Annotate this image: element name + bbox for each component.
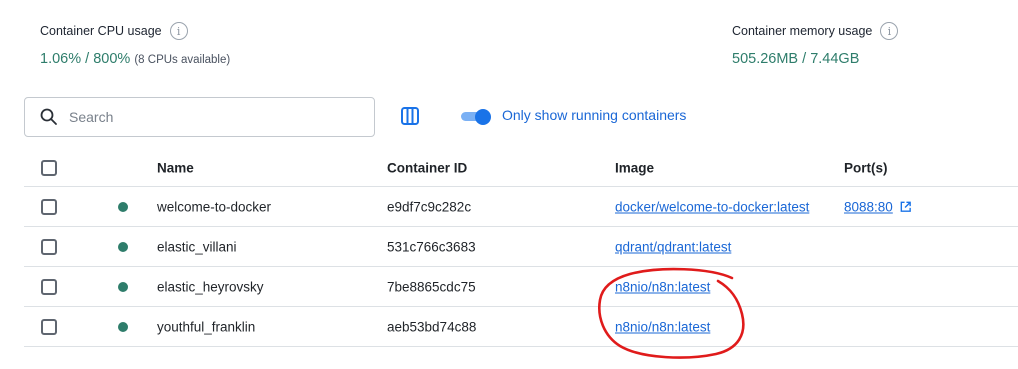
cpu-count-note: (8 CPUs available) (134, 54, 231, 66)
memory-usage-value: 505.26MB / 7.44GB (732, 51, 898, 67)
select-all-checkbox[interactable] (41, 160, 57, 176)
row-checkbox[interactable] (41, 278, 57, 295)
container-id: e9df7c9c282c (387, 199, 472, 214)
running-status-dot (118, 201, 128, 212)
image-link[interactable]: n8nio/n8n:latest (615, 319, 710, 334)
row-checkbox[interactable] (41, 238, 57, 255)
cpu-usage-stat: Container CPU usage i 1.06% / 800% (8 CP… (40, 22, 230, 67)
image-link[interactable]: n8nio/n8n:latest (615, 279, 710, 294)
table-row[interactable]: elastic_villani 531c766c3683 qdrant/qdra… (24, 227, 1018, 267)
header-image[interactable]: Image (615, 161, 654, 176)
cpu-usage-value: 1.06% / 800% (8 CPUs available) (40, 51, 230, 67)
header-ports[interactable]: Port(s) (844, 161, 888, 176)
table-row[interactable]: welcome-to-docker e9df7c9c282c docker/we… (24, 187, 1018, 227)
running-status-dot (118, 241, 128, 252)
header-name[interactable]: Name (157, 161, 194, 176)
memory-usage-label: Container memory usage (732, 24, 873, 38)
memory-usage-current: 505.26MB (732, 51, 799, 67)
port-link-text[interactable]: 8088:80 (844, 199, 893, 214)
external-link-icon[interactable] (899, 200, 912, 213)
search-input[interactable] (69, 109, 339, 125)
container-id: 531c766c3683 (387, 239, 476, 254)
memory-separator: / (798, 51, 811, 67)
container-name[interactable]: elastic_villani (157, 239, 237, 254)
containers-table: Name Container ID Image Port(s) welcome-… (24, 150, 1018, 347)
row-checkbox[interactable] (41, 198, 57, 215)
cpu-separator: / (81, 51, 94, 67)
table-row[interactable]: elastic_heyrovsky 7be8865cdc75 n8nio/n8n… (24, 267, 1018, 307)
container-name[interactable]: youthful_franklin (157, 319, 255, 334)
running-status-dot (118, 281, 128, 292)
info-icon[interactable]: i (880, 22, 899, 40)
container-id: 7be8865cdc75 (387, 279, 476, 294)
search-icon (40, 108, 57, 125)
search-box[interactable] (24, 97, 375, 137)
port-link[interactable]: 8088:80 (844, 199, 912, 214)
image-link[interactable]: docker/welcome-to-docker:latest (615, 199, 809, 214)
cpu-usage-max: 800% (93, 51, 131, 67)
info-icon[interactable]: i (169, 22, 188, 40)
cpu-usage-label: Container CPU usage (40, 24, 162, 38)
cpu-usage-current: 1.06% (40, 51, 82, 67)
memory-usage-stat: Container memory usage i 505.26MB / 7.44… (732, 22, 899, 67)
container-name[interactable]: welcome-to-docker (157, 199, 271, 214)
running-only-label[interactable]: Only show running containers (502, 107, 686, 123)
running-only-toggle[interactable] (461, 109, 491, 125)
image-link[interactable]: qdrant/qdrant:latest (615, 239, 731, 254)
table-row[interactable]: youthful_franklin aeb53bd74c88 n8nio/n8n… (24, 307, 1018, 347)
running-status-dot (118, 321, 128, 332)
container-name[interactable]: elastic_heyrovsky (157, 279, 264, 294)
memory-usage-max: 7.44GB (810, 51, 860, 67)
columns-icon[interactable] (400, 106, 420, 126)
container-id: aeb53bd74c88 (387, 319, 477, 334)
header-container-id[interactable]: Container ID (387, 161, 467, 176)
table-header: Name Container ID Image Port(s) (24, 150, 1018, 187)
row-checkbox[interactable] (41, 318, 57, 335)
toggle-knob (475, 109, 491, 125)
